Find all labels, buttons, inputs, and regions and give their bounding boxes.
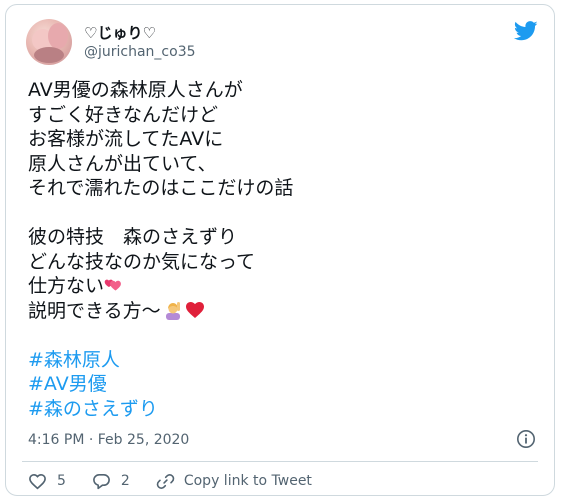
- two-hearts-emoji-icon: [104, 276, 122, 294]
- tweet-line: 原人さんが出ていて、: [28, 152, 217, 175]
- avatar[interactable]: [26, 19, 72, 65]
- like-count: 5: [57, 473, 66, 489]
- reply-count: 2: [120, 473, 130, 489]
- info-icon[interactable]: [516, 429, 536, 449]
- tweet-line: 彼の特技 森のさえずり: [28, 226, 238, 248]
- tweet-line-with-emoji: 仕方ない: [28, 274, 538, 299]
- avatar-shape: [34, 47, 64, 63]
- person-raising-hand-emoji-icon: [163, 300, 183, 320]
- reply-button[interactable]: 2: [92, 472, 130, 491]
- twitter-bird-icon[interactable]: [513, 21, 538, 41]
- tweet-timestamp[interactable]: 4:16 PM · Feb 25, 2020: [28, 432, 189, 448]
- tweet-text: AV男優の森林原人さんが すごく好きなんだけど お客様が流してたAVに 原人さん…: [28, 78, 538, 421]
- heart-outline-icon: [28, 472, 47, 491]
- tweet-line: すごく好きなんだけど: [28, 103, 219, 126]
- copy-link-label: Copy link to Tweet: [183, 473, 312, 489]
- tweet-card[interactable]: ♡じゅり♡ @jurichan_co35 AV男優の森林原人さんが すごく好きな…: [5, 4, 555, 496]
- divider: [22, 461, 538, 462]
- copy-link-button[interactable]: Copy link to Tweet: [156, 472, 312, 491]
- red-heart-emoji-icon: [185, 300, 205, 320]
- tweet-line-text: 仕方ない: [28, 275, 105, 297]
- tweet-line: お客様が流してたAVに: [28, 128, 224, 150]
- link-icon: [156, 472, 175, 491]
- tweet-line: それで濡れたのはここだけの話: [28, 177, 294, 199]
- hashtag-link[interactable]: #森林原人: [28, 348, 538, 373]
- like-button[interactable]: 5: [28, 472, 66, 491]
- display-name[interactable]: ♡じゅり♡: [84, 22, 156, 43]
- tweet-line-text: 説明できる方〜: [28, 299, 161, 322]
- tweet-line: どんな技なのか気になって: [28, 250, 256, 273]
- tweet-line: AV男優の森林原人さんが: [28, 79, 243, 101]
- tweet-line-with-emoji: 説明できる方〜: [28, 299, 538, 324]
- reply-bubble-icon: [92, 472, 111, 491]
- tweet-actions: 5 2 Copy link to Tweet: [28, 470, 338, 492]
- avatar-shape: [48, 23, 68, 49]
- user-handle[interactable]: @jurichan_co35: [84, 44, 196, 60]
- hashtag-link[interactable]: #森のさえずり: [28, 397, 538, 422]
- hashtag-link[interactable]: #AV男優: [28, 372, 538, 397]
